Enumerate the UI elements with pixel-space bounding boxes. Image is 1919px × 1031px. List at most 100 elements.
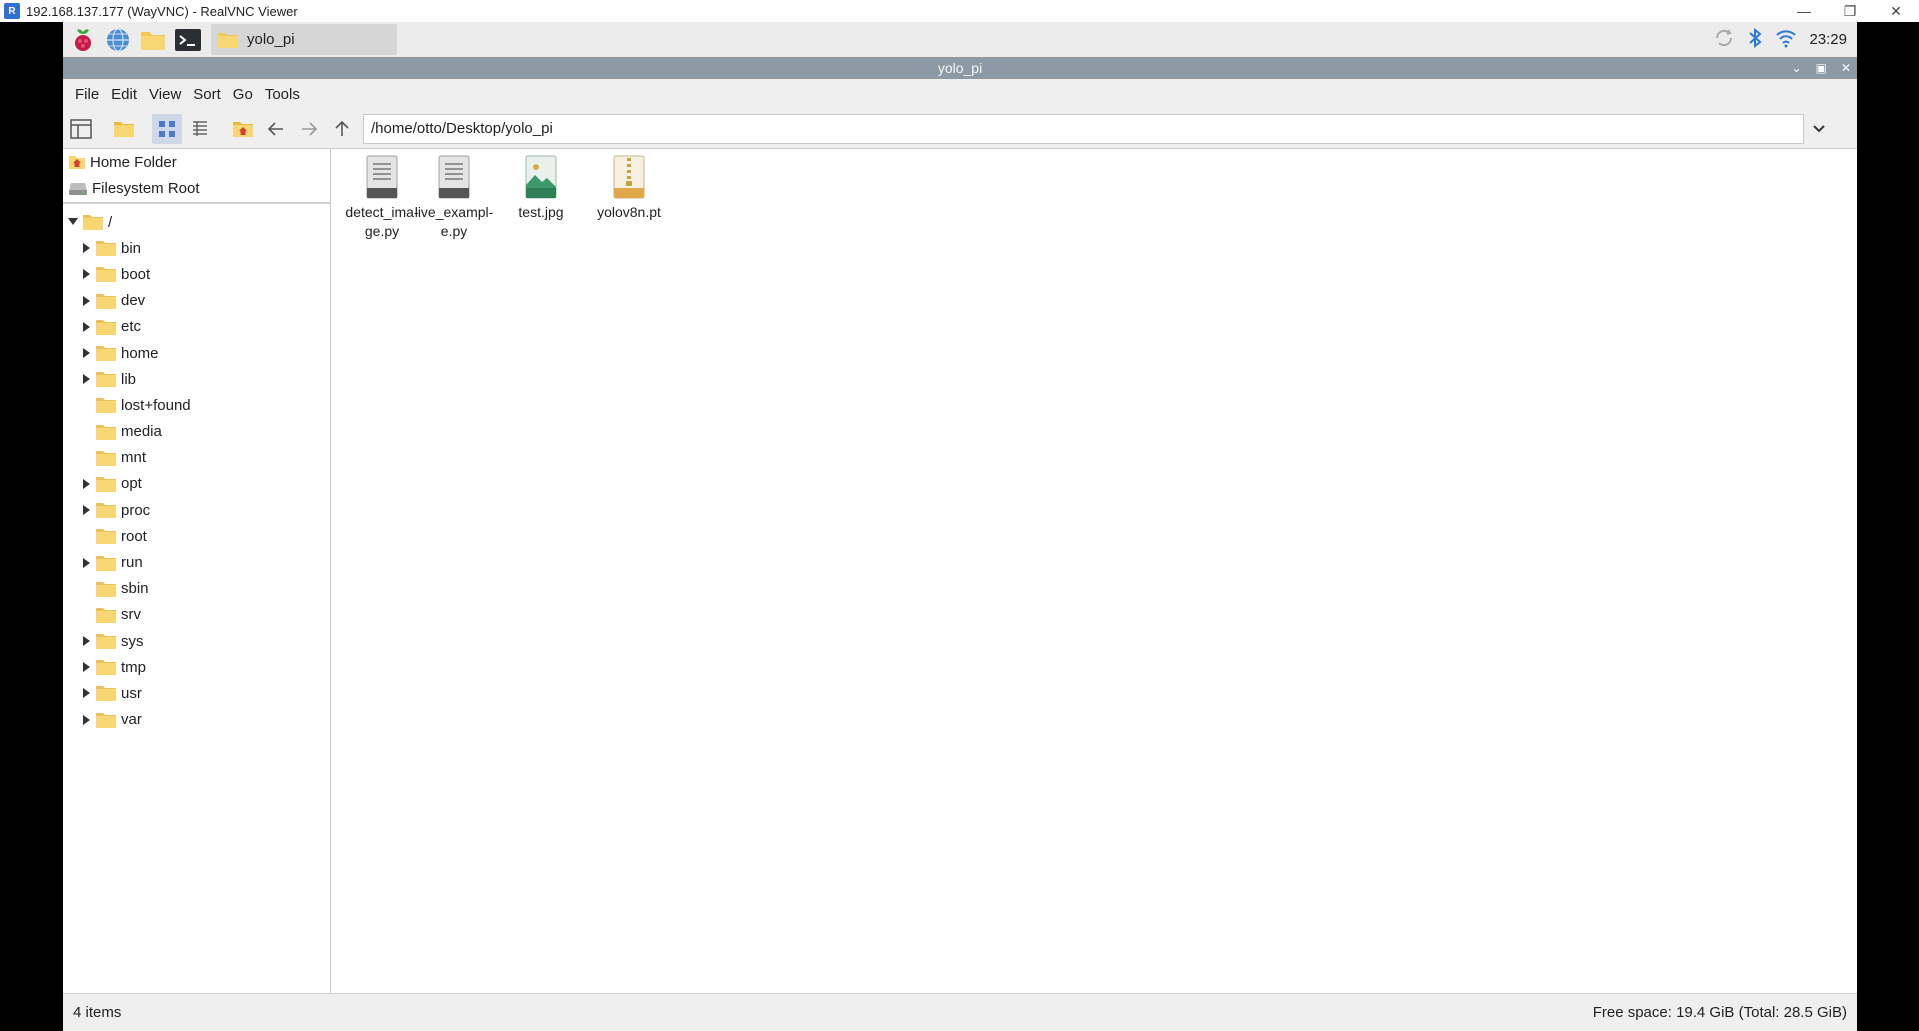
file-item[interactable]: yolov8n.pt — [586, 153, 672, 222]
folder-icon — [96, 319, 116, 335]
file-manager-icon[interactable] — [138, 25, 168, 55]
collapsed-triangle-icon[interactable] — [80, 635, 92, 647]
text-file-icon — [430, 153, 478, 201]
tree-item-dev[interactable]: dev — [63, 288, 330, 314]
tree-item-media[interactable]: media — [63, 419, 330, 445]
tree-item-sys[interactable]: sys — [63, 628, 330, 654]
taskbar: yolo_pi 23:29 — [63, 22, 1857, 57]
restore-button[interactable]: ❐ — [1827, 0, 1873, 22]
tree-item-root[interactable]: root — [63, 523, 330, 549]
folder-icon — [96, 607, 116, 623]
raspberry-menu-icon[interactable] — [68, 25, 98, 55]
status-bar: 4 items Free space: 19.4 GiB (Total: 28.… — [63, 993, 1857, 1031]
terminal-icon[interactable] — [173, 25, 203, 55]
new-folder-icon — [114, 121, 134, 137]
home-icon — [69, 156, 85, 169]
window-close-button[interactable]: ✕ — [1841, 61, 1851, 75]
tree-item-run[interactable]: run — [63, 549, 330, 575]
place-home-label: Home Folder — [90, 153, 177, 171]
tree-item-root[interactable]: / — [63, 209, 330, 235]
tree-item-boot[interactable]: boot — [63, 261, 330, 287]
collapsed-triangle-icon[interactable] — [80, 321, 92, 333]
tree-item-label: dev — [121, 292, 146, 310]
tree-item-label: mnt — [121, 449, 147, 467]
tree-item-label: opt — [121, 475, 142, 493]
collapsed-triangle-icon[interactable] — [80, 478, 92, 490]
menu-sort[interactable]: Sort — [187, 86, 227, 103]
collapsed-triangle-icon[interactable] — [80, 373, 92, 385]
tree-item-etc[interactable]: etc — [63, 314, 330, 340]
menu-view[interactable]: View — [143, 86, 187, 103]
tree-item-usr[interactable]: usr — [63, 680, 330, 706]
toggle-sidebar-button[interactable] — [66, 114, 96, 144]
tree-item-label: root — [121, 527, 147, 545]
web-browser-icon[interactable] — [103, 25, 133, 55]
place-home-folder[interactable]: Home Folder — [63, 149, 330, 175]
collapsed-triangle-icon[interactable] — [80, 347, 92, 359]
folder-icon — [96, 686, 116, 702]
folder-icon — [83, 215, 103, 231]
tree-item-label: lost+found — [121, 396, 191, 414]
tree-item-bin[interactable]: bin — [63, 235, 330, 261]
menu-tools[interactable]: Tools — [259, 86, 306, 103]
icon-view-button[interactable] — [152, 113, 182, 144]
file-name-line1: yolov8n.pt — [597, 204, 661, 220]
collapsed-triangle-icon[interactable] — [80, 661, 92, 673]
home-folder-icon — [233, 121, 253, 137]
tree-item-lib[interactable]: lib — [63, 366, 330, 392]
tree-item-label: srv — [121, 606, 141, 624]
tree-item-mnt[interactable]: mnt — [63, 445, 330, 471]
close-button[interactable]: ✕ — [1873, 0, 1919, 22]
tree-item-label: usr — [121, 684, 142, 702]
collapsed-triangle-icon[interactable] — [80, 504, 92, 516]
tree-item-var[interactable]: var — [63, 707, 330, 733]
window-titlebar[interactable]: yolo_pi ⌄ ▣ ✕ — [63, 57, 1857, 79]
up-button[interactable] — [327, 114, 357, 144]
new-folder-button[interactable] — [109, 114, 139, 144]
place-filesystem-root[interactable]: Filesystem Root — [63, 175, 330, 201]
path-history-dropdown[interactable] — [1804, 114, 1834, 144]
collapsed-triangle-icon[interactable] — [80, 557, 92, 569]
tree-item-proc[interactable]: proc — [63, 497, 330, 523]
directory-tree: / bin boot dev etc home lib lost+found media mnt… — [63, 204, 330, 733]
tree-item-srv[interactable]: srv — [63, 602, 330, 628]
wifi-icon[interactable] — [1775, 28, 1797, 52]
taskbar-window-yolo-pi[interactable]: yolo_pi — [211, 24, 397, 55]
menu-file[interactable]: File — [69, 86, 105, 103]
tree-item-lost-found[interactable]: lost+found — [63, 392, 330, 418]
list-view-button[interactable] — [185, 114, 215, 144]
path-input[interactable]: /home/otto/Desktop/yolo_pi — [363, 113, 1804, 144]
tree-item-tmp[interactable]: tmp — [63, 654, 330, 680]
tree-item-sbin[interactable]: sbin — [63, 576, 330, 602]
file-item[interactable]: live_exampl- e.py — [411, 153, 497, 241]
menu-edit[interactable]: Edit — [105, 86, 143, 103]
tree-item-label: bin — [121, 239, 142, 257]
file-item[interactable]: test.jpg — [498, 153, 584, 222]
collapsed-triangle-icon[interactable] — [80, 687, 92, 699]
collapsed-triangle-icon[interactable] — [80, 242, 92, 254]
realvnc-logo-icon: R — [4, 3, 20, 19]
tree-item-label: lib — [121, 370, 137, 388]
collapsed-triangle-icon[interactable] — [80, 268, 92, 280]
minimize-button[interactable]: — — [1781, 0, 1827, 22]
tree-item-home[interactable]: home — [63, 340, 330, 366]
menu-go[interactable]: Go — [227, 86, 259, 103]
collapsed-triangle-icon[interactable] — [80, 714, 92, 726]
bluetooth-icon[interactable] — [1747, 27, 1763, 53]
forward-button[interactable] — [294, 114, 324, 144]
update-icon[interactable] — [1713, 27, 1735, 53]
window-minimize-button[interactable]: ⌄ — [1792, 61, 1802, 75]
grid-view-icon — [159, 120, 175, 137]
clock[interactable]: 23:29 — [1809, 31, 1847, 48]
folder-icon — [96, 267, 116, 283]
tree-item-opt[interactable]: opt — [63, 471, 330, 497]
window-maximize-button[interactable]: ▣ — [1816, 61, 1827, 75]
expanded-triangle-icon[interactable] — [67, 216, 79, 228]
folder-icon — [96, 241, 116, 257]
back-button[interactable] — [261, 114, 291, 144]
collapsed-triangle-icon[interactable] — [80, 295, 92, 307]
folder-icon — [96, 555, 116, 571]
home-button[interactable] — [228, 114, 258, 144]
